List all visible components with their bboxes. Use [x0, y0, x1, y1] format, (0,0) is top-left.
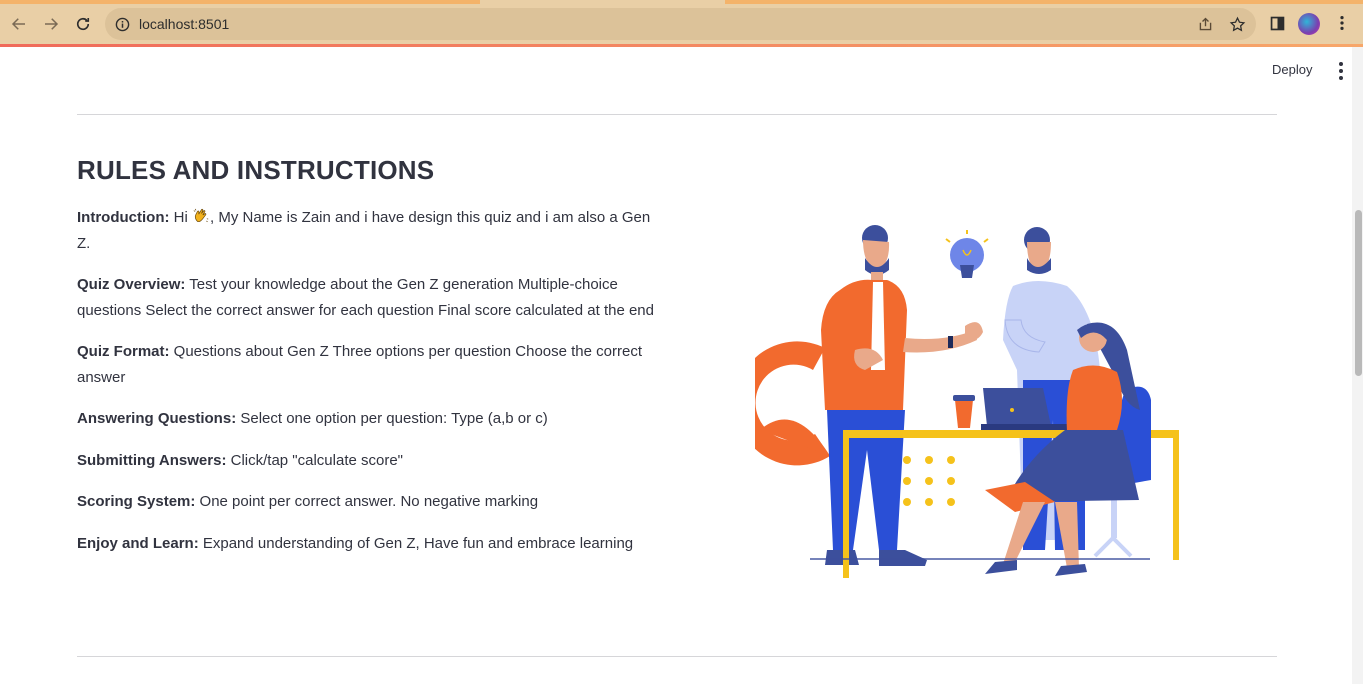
app-menu-icon[interactable]: [1334, 62, 1348, 80]
rule-label: Quiz Overview:: [77, 276, 186, 293]
loading-bar: [0, 44, 1363, 47]
rule-answering-questions: Answering Questions: Select one option p…: [77, 406, 667, 432]
back-button[interactable]: [6, 11, 32, 37]
deploy-button[interactable]: Deploy: [1272, 62, 1312, 77]
address-bar[interactable]: localhost:8501: [105, 8, 1256, 40]
bookmark-star-icon[interactable]: [1228, 15, 1246, 33]
browser-toolbar: localhost:8501: [0, 0, 1363, 47]
top-divider: [77, 114, 1277, 115]
browser-menu-icon[interactable]: [1331, 12, 1353, 34]
back-arrow-icon: [11, 18, 25, 30]
waving-hand-icon: [193, 208, 209, 223]
forward-arrow-icon: [45, 18, 59, 30]
team-collaboration-illustration: [755, 225, 1179, 578]
rule-scoring-system: Scoring System: One point per correct an…: [77, 489, 667, 515]
rule-label: Introduction:: [77, 209, 170, 226]
rule-label: Answering Questions:: [77, 410, 237, 427]
rule-introduction: Introduction: Hi , My Name is Zain and i…: [77, 205, 667, 256]
page-title: RULES AND INSTRUCTIONS: [77, 155, 435, 185]
reload-button[interactable]: [70, 11, 96, 37]
side-panel-icon[interactable]: [1266, 12, 1288, 34]
rule-text: Hi: [169, 209, 192, 226]
rule-quiz-overview: Quiz Overview: Test your knowledge about…: [77, 272, 667, 323]
scrollbar-thumb[interactable]: [1355, 210, 1362, 376]
rule-text: Select one option per question: Type (a,…: [236, 410, 548, 427]
profile-avatar[interactable]: [1298, 13, 1320, 35]
rule-text: One point per correct answer. No negativ…: [195, 493, 539, 510]
rules-list: Introduction: Hi , My Name is Zain and i…: [77, 205, 667, 572]
rule-label: Enjoy and Learn:: [77, 534, 199, 552]
rule-text: Click/tap "calculate score": [226, 451, 404, 469]
rule-text: Expand understanding of Gen Z, Have fun …: [198, 534, 634, 552]
rule-quiz-format: Quiz Format: Questions about Gen Z Three…: [77, 339, 667, 390]
forward-button[interactable]: [38, 11, 64, 37]
rule-label: Submitting Answers:: [77, 451, 227, 469]
rule-label: Quiz Format:: [77, 343, 170, 360]
rule-label: Scoring System:: [77, 493, 196, 510]
tab-strip: [0, 0, 1363, 4]
site-info-icon[interactable]: [114, 16, 130, 32]
share-icon[interactable]: [1196, 15, 1214, 33]
reload-icon: [76, 17, 90, 31]
bottom-divider: [77, 656, 1277, 657]
rule-submitting-answers: Submitting Answers: Click/tap "calculate…: [77, 448, 667, 474]
rule-enjoy-and-learn: Enjoy and Learn: Expand understanding of…: [77, 531, 667, 557]
url-text[interactable]: localhost:8501: [139, 16, 229, 32]
